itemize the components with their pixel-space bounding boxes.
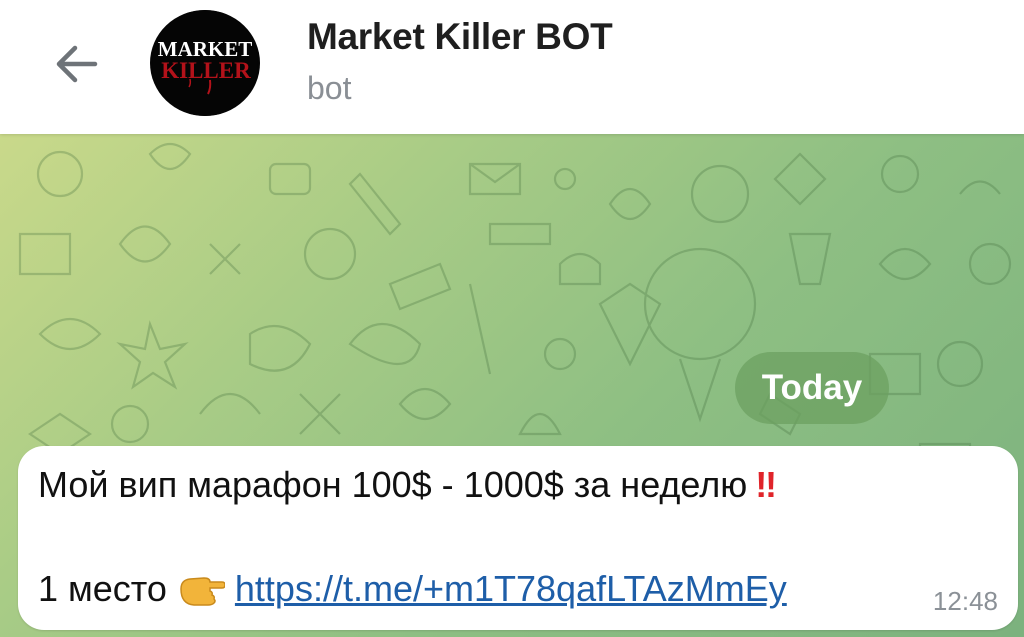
arrow-left-icon — [56, 45, 98, 83]
pointing-hand-icon — [180, 577, 225, 606]
svg-text:KILLER: KILLER — [161, 58, 251, 83]
message-time: 12:48 — [932, 586, 998, 616]
chat-title[interactable]: Market Killer BOT — [307, 16, 613, 58]
message-line-2: 1 место https://t.me/+m1T78qafLTAzMmEy — [38, 568, 787, 610]
double-exclamation-icon: ‼ — [755, 464, 777, 505]
date-separator: Today — [735, 352, 889, 424]
message-prefix: 1 место — [38, 568, 167, 609]
invite-link[interactable]: https://t.me/+m1T78qafLTAzMmEy — [235, 568, 787, 610]
message-text: Мой вип марафон 100$ - 1000$ за неделю — [38, 464, 748, 505]
message-bubble[interactable]: Мой вип марафон 100$ - 1000$ за неделю ‼ … — [18, 446, 1018, 630]
chat-header: MARKET KILLER Market Killer BOT bot — [0, 0, 1024, 134]
market-killer-logo: MARKET KILLER — [152, 10, 258, 116]
avatar[interactable]: MARKET KILLER — [150, 10, 260, 116]
chat-background: Today Мой вип марафон 100$ - 1000$ за не… — [0, 134, 1024, 637]
chat-screen: MARKET KILLER Market Killer BOT bot Toda… — [0, 0, 1024, 637]
back-button[interactable] — [44, 32, 108, 96]
message-line-1: Мой вип марафон 100$ - 1000$ за неделю ‼ — [38, 464, 777, 506]
chat-subtitle: bot — [307, 70, 352, 106]
